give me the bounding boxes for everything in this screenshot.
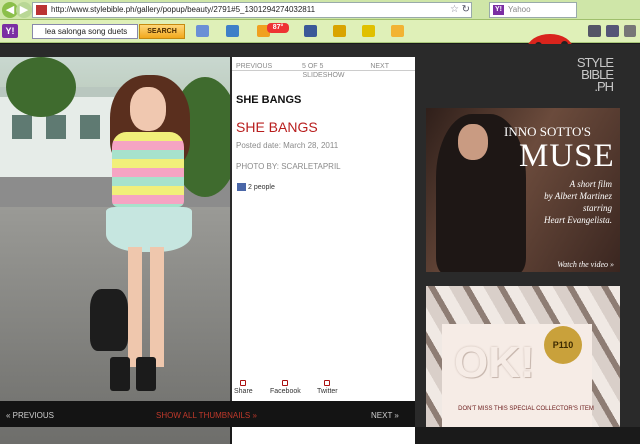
twitter-label: Twitter — [317, 388, 338, 395]
url-text: http://www.stylebible.ph/gallery/popup/b… — [51, 5, 316, 14]
ok-magazine-ad[interactable]: OK! P110 DON'T MISS THIS SPECIAL COLLECT… — [426, 286, 620, 427]
toolbar-news-icon[interactable] — [196, 25, 209, 37]
search-engine-box[interactable]: Y! Yahoo — [489, 2, 577, 18]
toolbar-search-input[interactable]: lea salonga song duets — [32, 24, 138, 39]
pager-next[interactable]: NEXT — [370, 63, 389, 70]
twitter-share-button[interactable]: Twitter — [317, 380, 338, 395]
address-bar-row: ◀ ▶ http://www.stylebible.ph/gallery/pop… — [0, 0, 640, 20]
like-count: 2 people — [248, 183, 275, 191]
caption-panel: PREVIOUS 5 OF 5 NEXT SLIDESHOW SHE BANGS… — [232, 57, 415, 444]
ad-headline-muse: MUSE — [519, 138, 615, 174]
bookmark-star-icon[interactable]: ☆ — [450, 3, 459, 17]
forward-button[interactable]: ▶ — [16, 2, 32, 18]
slideshow-link[interactable]: SLIDESHOW — [232, 72, 415, 79]
toolbar-mail-icon[interactable] — [226, 25, 239, 37]
photo-credit: PHOTO BY: SCARLETAPRIL — [236, 162, 341, 171]
logo-line: .PH — [594, 79, 614, 94]
photo-window — [46, 115, 66, 139]
ad-copy: A short film by Albert Martinez starring… — [544, 178, 612, 226]
photo-skirt — [106, 207, 192, 252]
toolbar-search-value: lea salonga song duets — [45, 27, 128, 36]
photo-face — [130, 87, 166, 131]
ad-copy-line: A short film — [569, 179, 612, 189]
reload-icon[interactable]: ↻ — [462, 3, 470, 17]
site-favicon-icon — [36, 5, 47, 15]
yahoo-logo-icon[interactable]: Y! — [2, 24, 18, 38]
ad-copy-line: Heart Evangelista. — [544, 215, 612, 225]
photo-bag — [90, 289, 128, 351]
yahoo-icon: Y! — [493, 5, 504, 15]
gallery-title: SHE BANGS — [236, 94, 302, 106]
photo-tree — [6, 57, 76, 117]
bottom-next-link[interactable]: NEXT » — [371, 411, 399, 420]
ad-copy-line: by Albert Martinez — [544, 191, 612, 201]
toolbar-search-button[interactable]: SEARCH — [139, 24, 185, 39]
toolbar-settings-icon[interactable] — [606, 25, 619, 37]
facebook-icon — [282, 380, 289, 386]
photo-window — [12, 115, 32, 139]
photo-leg — [128, 247, 142, 367]
weather-badge: 87° — [267, 23, 289, 33]
like-button[interactable]: 2 people — [237, 183, 275, 191]
ad2-copy: DON'T MISS THIS SPECIAL COLLECTOR'S ITEM — [458, 406, 594, 412]
share-icon — [240, 380, 247, 386]
yahoo-toolbar: Y! lea salonga song duets SEARCH 87° — [0, 20, 640, 64]
share-button[interactable]: Share — [234, 380, 253, 395]
page-content: PREVIOUS 5 OF 5 NEXT SLIDESHOW SHE BANGS… — [0, 44, 640, 444]
watch-video-link[interactable]: Watch the video » — [557, 260, 614, 269]
share-label: Share — [234, 388, 253, 395]
photo-window — [80, 115, 100, 139]
toolbar-menu-icon[interactable] — [588, 25, 601, 37]
pager-divider — [232, 70, 415, 71]
facebook-share-button[interactable]: Facebook — [270, 380, 301, 395]
ok-logo: OK! — [454, 338, 535, 387]
gallery-photo[interactable] — [0, 57, 230, 444]
url-field[interactable]: http://www.stylebible.ph/gallery/popup/b… — [32, 2, 472, 18]
toolbar-games-icon[interactable] — [333, 25, 346, 37]
thumbs-up-icon — [237, 183, 246, 191]
photo-title: SHE BANGS — [236, 119, 318, 135]
toolbar-facebook-icon[interactable] — [304, 25, 317, 37]
search-engine-placeholder: Yahoo — [508, 5, 531, 14]
photo-top — [112, 132, 184, 207]
facebook-label: Facebook — [270, 388, 301, 395]
show-all-thumbnails-link[interactable]: SHOW ALL THUMBNAILS » — [156, 411, 257, 420]
stylebible-logo[interactable]: STYLE BIBLE .PH — [561, 56, 614, 94]
pager-count: 5 OF 5 — [302, 63, 324, 70]
posted-date: Posted date: March 28, 2011 — [236, 141, 339, 150]
bottom-previous-link[interactable]: « PREVIOUS — [6, 411, 54, 420]
pager-previous[interactable]: PREVIOUS — [236, 63, 272, 70]
photo-boot — [110, 357, 130, 391]
muse-ad-banner[interactable]: INNO SOTTO'S MUSE A short film by Albert… — [426, 108, 620, 272]
gallery-nav-bar: « PREVIOUS SHOW ALL THUMBNAILS » NEXT » — [0, 401, 415, 427]
toolbar-close-icon[interactable] — [624, 25, 636, 37]
photo-leg — [150, 247, 164, 367]
photo-boot — [136, 357, 156, 391]
ad-model-face — [458, 124, 488, 160]
toolbar-messenger-icon[interactable] — [362, 25, 375, 37]
price-medal: P110 — [544, 326, 582, 364]
twitter-icon — [324, 380, 331, 386]
ad-copy-line: starring — [582, 203, 612, 213]
toolbar-widget-icon[interactable] — [391, 25, 404, 37]
